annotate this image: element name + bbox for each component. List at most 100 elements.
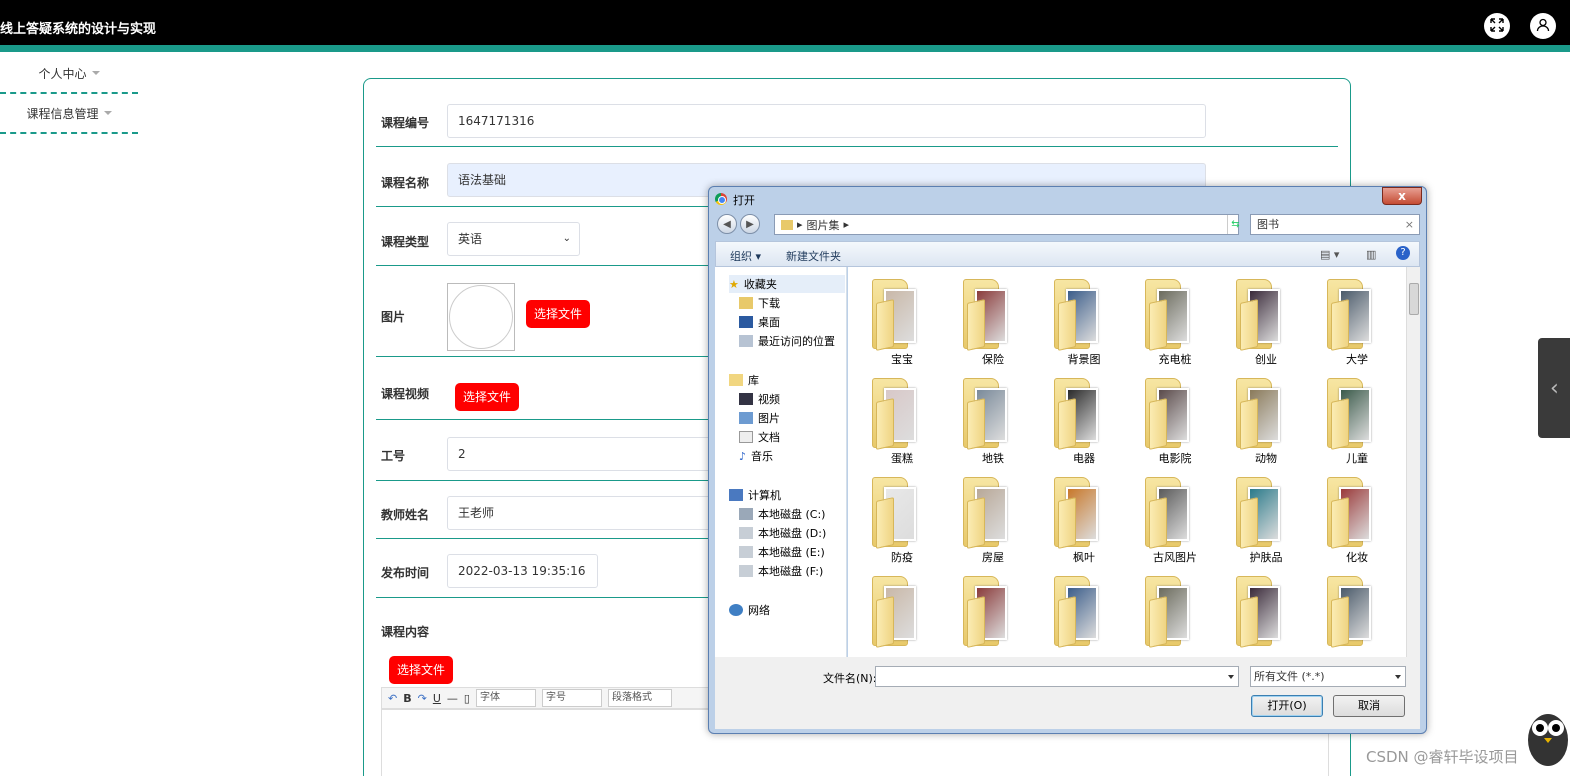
course-no-input[interactable]: 1647171316 bbox=[447, 104, 1206, 138]
folder-flap bbox=[876, 596, 894, 648]
chevron-left-icon: ‹ bbox=[1550, 376, 1559, 401]
address-bar[interactable]: ▸ 图片集 ▸ bbox=[774, 214, 1239, 235]
nav-label: 本地磁盘 (F:) bbox=[758, 565, 824, 578]
back-button[interactable]: ◀ bbox=[717, 214, 737, 234]
nav-documents[interactable]: 文档 bbox=[739, 428, 780, 446]
sidebar-item-personal-center[interactable]: 个人中心 bbox=[0, 54, 138, 94]
paragraph-select[interactable]: 段落格式 bbox=[607, 689, 672, 707]
new-folder-button[interactable]: 新建文件夹 bbox=[786, 248, 841, 264]
nav-drive-d[interactable]: 本地磁盘 (D:) bbox=[739, 524, 826, 542]
breadcrumb-item[interactable]: 图片集 bbox=[807, 217, 840, 233]
nav-recent[interactable]: 最近访问的位置 bbox=[739, 332, 835, 350]
folder-flap bbox=[1331, 299, 1349, 351]
folder-tile[interactable] bbox=[862, 568, 942, 657]
cancel-button[interactable]: 取消 bbox=[1333, 695, 1405, 717]
nav-label: 本地磁盘 (E:) bbox=[758, 546, 825, 559]
folder-tile[interactable]: 电影院 bbox=[1135, 370, 1215, 466]
publish-time-label: 发布时间 bbox=[381, 566, 430, 580]
sidebar-item-label: 个人中心 bbox=[38, 66, 87, 81]
user-button[interactable] bbox=[1530, 13, 1556, 39]
side-panel-toggle[interactable]: ‹ bbox=[1538, 338, 1570, 438]
document-icon[interactable]: ▯ bbox=[464, 692, 470, 705]
folder-tile[interactable]: 保险 bbox=[953, 271, 1033, 367]
music-note-icon: ♪ bbox=[739, 449, 747, 463]
scrollbar-thumb[interactable] bbox=[1409, 283, 1419, 315]
nav-drive-f[interactable]: 本地磁盘 (F:) bbox=[739, 562, 823, 580]
redo-icon[interactable]: ↷ bbox=[418, 692, 427, 705]
nav-desktop[interactable]: 桌面 bbox=[739, 313, 780, 331]
help-icon[interactable]: ? bbox=[1396, 246, 1410, 260]
folder-flap bbox=[1058, 596, 1076, 648]
folder-tile[interactable]: 充电桩 bbox=[1135, 271, 1215, 367]
preview-pane-icon[interactable]: ▥ bbox=[1366, 248, 1376, 261]
job-no-input[interactable]: 2 bbox=[447, 437, 747, 471]
breadcrumb-separator-icon: ▸ bbox=[797, 218, 803, 231]
filetype-select[interactable]: 所有文件 (*.*) bbox=[1250, 666, 1406, 687]
folder-tile[interactable]: 动物 bbox=[1226, 370, 1306, 466]
user-icon bbox=[1536, 18, 1550, 35]
folder-tile[interactable]: 古风图片 bbox=[1135, 469, 1215, 565]
folder-tile[interactable]: 枫叶 bbox=[1044, 469, 1124, 565]
folder-tile[interactable]: 电器 bbox=[1044, 370, 1124, 466]
filename-input[interactable] bbox=[875, 666, 1239, 687]
folder-tile[interactable] bbox=[1317, 568, 1397, 657]
organize-button[interactable]: 组织 ▾ bbox=[730, 248, 761, 264]
folder-tile[interactable]: 地铁 bbox=[953, 370, 1033, 466]
choose-image-button[interactable]: 选择文件 bbox=[526, 300, 591, 328]
choose-content-file-button[interactable]: 选择文件 bbox=[389, 656, 454, 684]
sidebar-item-course-management[interactable]: 课程信息管理 bbox=[0, 94, 138, 134]
refresh-button[interactable]: ⇆ bbox=[1227, 215, 1243, 234]
folder-tile[interactable]: 创业 bbox=[1226, 271, 1306, 367]
folder-tile[interactable] bbox=[953, 568, 1033, 657]
nav-videos[interactable]: 视频 bbox=[739, 390, 780, 408]
nav-favorites[interactable]: ★ 收藏夹 bbox=[729, 275, 845, 293]
nav-library[interactable]: 库 bbox=[729, 371, 759, 389]
font-select[interactable]: 字体 bbox=[475, 689, 536, 707]
folder-tile[interactable]: 防疫 bbox=[862, 469, 942, 565]
folder-tile[interactable]: 化妆 bbox=[1317, 469, 1397, 565]
nav-drive-e[interactable]: 本地磁盘 (E:) bbox=[739, 543, 825, 561]
folder-tile[interactable]: 房屋 bbox=[953, 469, 1033, 565]
folder-tile[interactable]: 大学 bbox=[1317, 271, 1397, 367]
undo-icon[interactable]: ↶ bbox=[388, 692, 397, 705]
fullscreen-button[interactable] bbox=[1484, 13, 1510, 39]
choose-video-button[interactable]: 选择文件 bbox=[455, 383, 520, 411]
open-button[interactable]: 打开(O) bbox=[1251, 695, 1323, 717]
nav-music[interactable]: ♪ 音乐 bbox=[739, 447, 773, 465]
folder-tile[interactable]: 护肤品 bbox=[1226, 469, 1306, 565]
folder-label: 创业 bbox=[1255, 353, 1277, 366]
teacher-input[interactable]: 王老师 bbox=[447, 496, 747, 530]
nav-label: 库 bbox=[748, 374, 759, 387]
nav-pictures[interactable]: 图片 bbox=[739, 409, 780, 427]
folder-tile[interactable]: 儿童 bbox=[1317, 370, 1397, 466]
folder-tile[interactable]: 宝宝 bbox=[862, 271, 942, 367]
view-options-icon[interactable]: ▤ ▾ bbox=[1320, 248, 1339, 261]
folder-tile[interactable] bbox=[1226, 568, 1306, 657]
folder-flap bbox=[1331, 596, 1349, 648]
folder-tile[interactable]: 蛋糕 bbox=[862, 370, 942, 466]
content-scrollbar[interactable] bbox=[1406, 267, 1420, 657]
clear-search-icon[interactable]: × bbox=[1405, 215, 1414, 234]
folder-flap bbox=[1331, 497, 1349, 549]
course-type-select[interactable]: 英语 ⌄ bbox=[447, 222, 580, 256]
chevron-down-icon[interactable] bbox=[1228, 675, 1234, 679]
underline-button[interactable]: U bbox=[433, 692, 441, 705]
nav-computer[interactable]: 计算机 bbox=[729, 486, 781, 504]
folder-tile[interactable]: 背景图 bbox=[1044, 271, 1124, 367]
nav-drive-c[interactable]: 本地磁盘 (C:) bbox=[739, 505, 825, 523]
folder-flap bbox=[876, 497, 894, 549]
folder-tile[interactable] bbox=[1135, 568, 1215, 657]
size-select[interactable]: 字号 bbox=[541, 689, 602, 707]
horizontal-rule-icon[interactable]: — bbox=[447, 692, 458, 705]
forward-button[interactable]: ▶ bbox=[740, 214, 760, 234]
nav-network[interactable]: 网络 bbox=[729, 601, 770, 619]
bold-button[interactable]: B bbox=[403, 692, 411, 705]
dialog-close-button[interactable]: x bbox=[1382, 187, 1422, 205]
folder-flap bbox=[1149, 398, 1167, 450]
folder-tile[interactable] bbox=[1044, 568, 1124, 657]
publish-time-input[interactable]: 2022-03-13 19:35:16 bbox=[447, 554, 598, 588]
breadcrumb-separator-icon: ▸ bbox=[843, 218, 850, 231]
dialog-titlebar[interactable]: 打开 x bbox=[709, 187, 1426, 211]
nav-downloads[interactable]: 下载 bbox=[739, 294, 780, 312]
search-input[interactable]: 图书 × bbox=[1250, 214, 1420, 235]
